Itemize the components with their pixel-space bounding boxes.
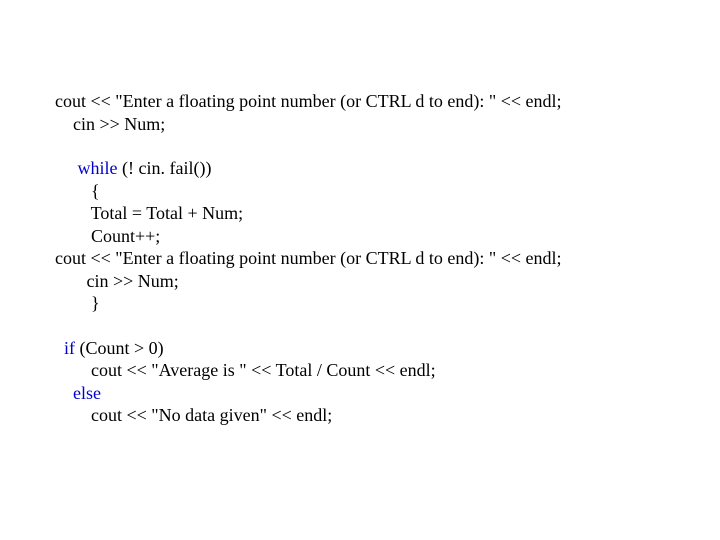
keyword-while: while bbox=[78, 158, 118, 178]
code-block: cout << "Enter a floating point number (… bbox=[0, 0, 720, 427]
code-line: cin >> Num; bbox=[55, 270, 720, 293]
code-line: Total = Total + Num; bbox=[55, 202, 720, 225]
code-line: else bbox=[55, 382, 720, 405]
keyword-if: if bbox=[64, 338, 75, 358]
code-line: cout << "Enter a floating point number (… bbox=[55, 247, 720, 270]
code-line: Count++; bbox=[55, 225, 720, 248]
code-line: while (! cin. fail()) bbox=[55, 157, 720, 180]
code-line: cin >> Num; bbox=[55, 113, 720, 136]
code-line: cout << "Enter a floating point number (… bbox=[55, 90, 720, 113]
code-line: if (Count > 0) bbox=[55, 337, 720, 360]
code-line: cout << "No data given" << endl; bbox=[55, 404, 720, 427]
code-line: { bbox=[55, 180, 720, 203]
code-line: } bbox=[55, 292, 720, 315]
code-line: cout << "Average is " << Total / Count <… bbox=[55, 359, 720, 382]
keyword-else: else bbox=[73, 383, 101, 403]
